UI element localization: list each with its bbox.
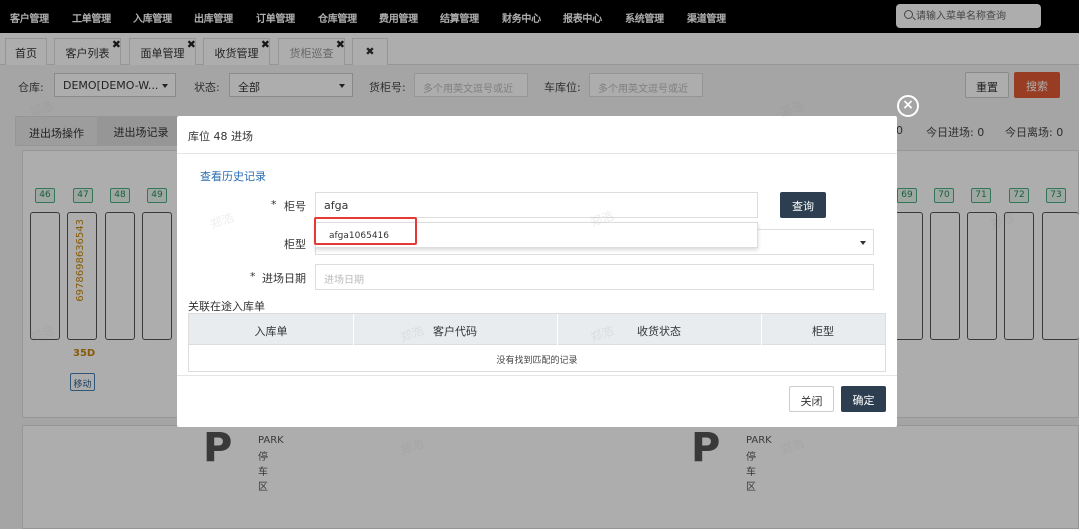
modal-footer-divider — [177, 375, 897, 376]
empty-row: 没有找到匹配的记录 — [496, 356, 578, 366]
related-orders-table: 入库单 客户代码 收货状态 柜型 没有找到匹配的记录 — [188, 313, 886, 372]
modal-title: 库位 48 进场 — [177, 116, 897, 154]
column-header[interactable]: 柜型 — [761, 323, 885, 339]
highlight-box — [314, 217, 417, 245]
column-header[interactable]: 客户代码 — [353, 323, 557, 339]
column-header[interactable]: 收货状态 — [557, 323, 761, 339]
related-orders-title: 关联在途入库单 — [188, 300, 265, 313]
container-type-label: 柜型 — [284, 238, 306, 251]
chevron-down-icon — [860, 241, 866, 245]
required-mark: * — [250, 270, 256, 283]
history-link[interactable]: 查看历史记录 — [200, 168, 266, 184]
column-header[interactable]: 入库单 — [189, 323, 353, 339]
entry-date-input[interactable]: 进场日期 — [315, 264, 874, 290]
table-header: 入库单 客户代码 收货状态 柜型 — [189, 314, 885, 345]
confirm-button[interactable]: 确定 — [841, 386, 886, 412]
required-mark: * — [271, 198, 277, 211]
modal-close-icon[interactable]: × — [897, 95, 919, 117]
close-button[interactable]: 关闭 — [789, 386, 834, 412]
container-no-label: 柜号 — [284, 200, 306, 213]
container-no-input[interactable]: afga — [315, 192, 758, 218]
query-button[interactable]: 查询 — [780, 192, 826, 218]
entry-date-label: 进场日期 — [262, 272, 306, 285]
